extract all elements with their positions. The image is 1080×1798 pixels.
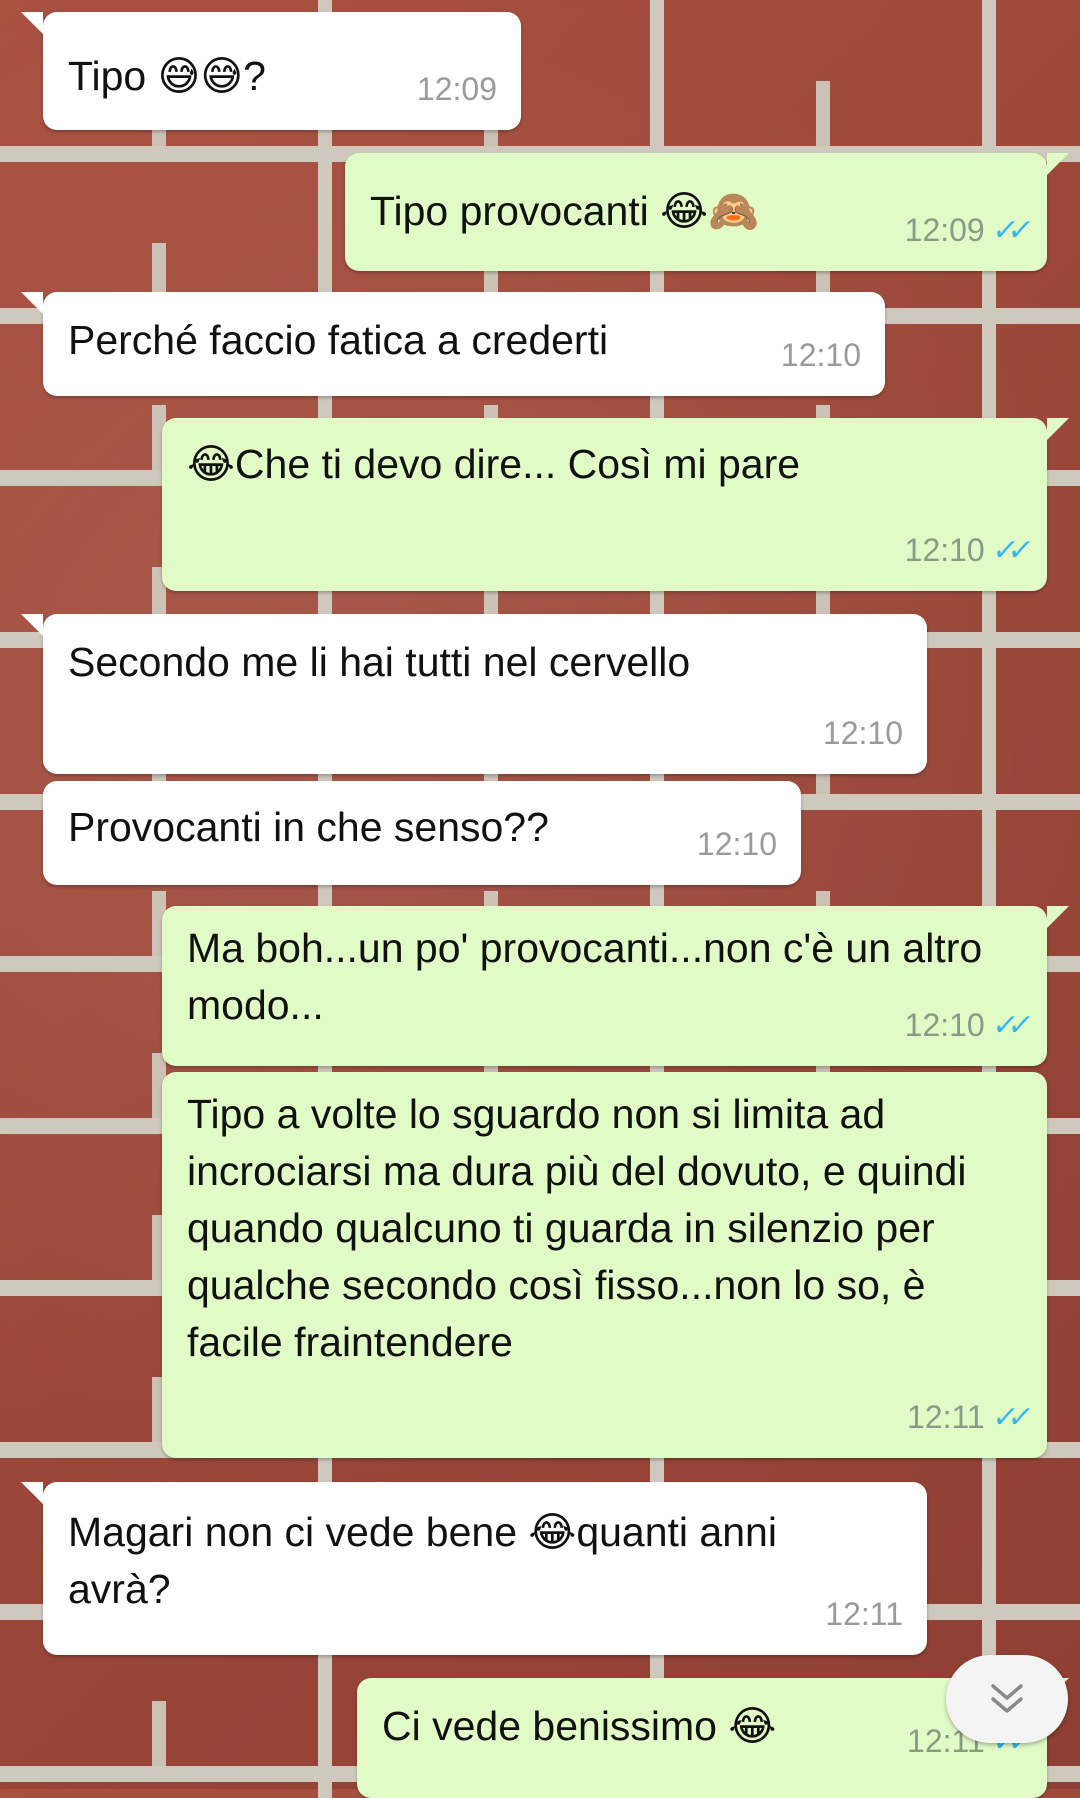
message-bubble-incoming[interactable]: Provocanti in che senso?? 12:10 <box>43 781 801 885</box>
message-time: 12:10 <box>822 715 903 751</box>
message-time: 12:09 <box>904 212 985 248</box>
message-bubble-incoming[interactable]: Magari non ci vede bene 😂quanti anni avr… <box>21 1482 927 1655</box>
double-check-read-icon: ✓✓ <box>989 534 1026 567</box>
message-meta: 12:10 ✓✓ <box>904 522 1026 579</box>
message-bubble-incoming[interactable]: Perché faccio fatica a crederti 12:10 <box>21 292 885 396</box>
double-chevron-down-icon <box>991 1684 1023 1713</box>
message-time: 12:09 <box>416 71 497 107</box>
message-meta: 12:10 ✓✓ <box>904 997 1026 1054</box>
message-text: Provocanti in che senso?? <box>68 804 549 850</box>
message-time: 12:11 <box>907 1399 985 1435</box>
message-bubble-incoming[interactable]: Secondo me li hai tutti nel cervello 12:… <box>21 614 927 774</box>
message-text: Tipo a volte lo sguardo non si limita ad… <box>187 1091 967 1365</box>
message-time: 12:11 <box>825 1596 903 1632</box>
message-bubble-incoming[interactable]: Tipo 😅😅? 12:09 <box>21 12 521 130</box>
double-check-read-icon: ✓✓ <box>989 1401 1026 1434</box>
message-text: Secondo me li hai tutti nel cervello <box>68 639 691 685</box>
message-bubble-outgoing[interactable]: Ci vede benissimo 😂 12:11 ✓✓ <box>357 1678 1069 1798</box>
message-meta: 12:10 <box>823 705 903 762</box>
message-time: 12:10 <box>696 826 777 862</box>
message-bubble-outgoing[interactable]: Tipo a volte lo sguardo non si limita ad… <box>162 1072 1047 1458</box>
message-meta: 12:10 <box>781 327 861 384</box>
message-text: Magari non ci vede bene 😂quanti anni avr… <box>68 1509 777 1612</box>
double-check-read-icon: ✓✓ <box>989 1009 1026 1042</box>
message-meta: 12:11 <box>825 1586 903 1643</box>
message-time: 12:10 <box>904 532 985 568</box>
message-meta: 12:11 ✓✓ <box>907 1389 1026 1446</box>
message-meta: 12:10 <box>697 816 777 873</box>
message-bubble-outgoing[interactable]: Ma boh...un po' provocanti...non c'è un … <box>162 906 1069 1066</box>
message-time: 12:10 <box>904 1007 985 1043</box>
message-bubble-outgoing[interactable]: 😂Che ti devo dire... Così mi pare 12:10 … <box>162 418 1069 591</box>
message-meta: 12:09 ✓✓ <box>904 202 1026 259</box>
double-check-read-icon: ✓✓ <box>989 214 1026 247</box>
message-text: 😂Che ti devo dire... Così mi pare <box>187 441 801 487</box>
message-bubble-outgoing[interactable]: Tipo provocanti 😂🙈 12:09 ✓✓ <box>345 153 1069 271</box>
message-meta: 12:09 <box>417 61 497 118</box>
message-text: Perché faccio fatica a crederti <box>68 317 609 363</box>
message-time: 12:10 <box>780 337 861 373</box>
scroll-to-bottom-button[interactable] <box>946 1655 1068 1743</box>
message-text: Ma boh...un po' provocanti...non c'è un … <box>187 925 983 1028</box>
